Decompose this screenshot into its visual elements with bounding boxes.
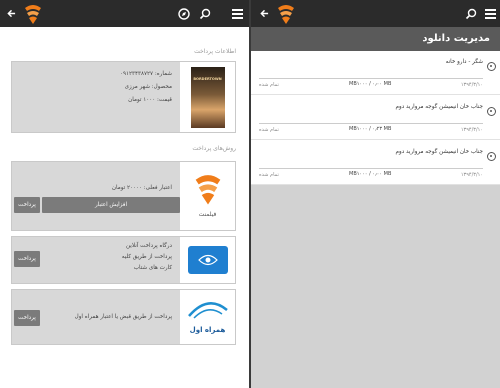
pay-button-online[interactable]: پرداخت — [14, 251, 40, 267]
current-credit: اعتبار فعلی: ۲۰۰۰۰ تومان — [111, 185, 172, 191]
order-card: BORDERTOWN شماره: ۰۹۱۲۳۴۳۸۷۲۷ محصول: شهر… — [11, 61, 236, 133]
filmnet-brand-label: فیلمنت — [198, 211, 217, 218]
download-name: شگر - دارو خانه — [445, 59, 483, 65]
filmnet-logo-icon — [195, 175, 220, 205]
download-progress — [259, 78, 483, 79]
download-size: MB۱۰۰۰ / ۰٫۰۰ MB — [349, 171, 392, 177]
mci-line-1: پرداخت از طریق قبض یا اعتبار همراه اول — [74, 314, 172, 320]
top-bar — [251, 0, 500, 27]
mci-logo-icon: همراه اول — [186, 300, 230, 334]
download-size: MB۱۰۰۰ / ۰٫۲۳ MB — [349, 126, 392, 132]
online-line-1: درگاه پرداخت آنلاین — [126, 243, 172, 249]
mci-logo: همراه اول — [180, 290, 235, 344]
payment-method-online: درگاه پرداخت آنلاین پرداخت از طریق کلیه … — [11, 236, 236, 284]
poster-image: BORDERTOWN — [190, 66, 225, 128]
download-item[interactable]: جناب خان انیمیشن گوجه مروارید دوم MB۱۰۰۰… — [251, 141, 500, 185]
filmnet-logo: فیلمنت — [180, 162, 235, 230]
back-arrow-icon[interactable] — [257, 0, 271, 27]
pay-button-credit[interactable]: پرداخت — [14, 197, 40, 213]
download-manager-screen: مدیریت دانلود شگر - دارو خانه MB۱۰۰۰ / ۰… — [251, 0, 500, 388]
download-progress — [259, 168, 483, 169]
download-status: تمام شده — [259, 82, 279, 88]
menu-icon[interactable] — [482, 0, 498, 27]
search-icon[interactable] — [197, 0, 213, 27]
download-date: ۱۳۹۴/۳/۱۰ — [460, 127, 483, 133]
compass-icon[interactable] — [176, 0, 192, 27]
download-name: جناب خان انیمیشن گوجه مروارید دوم — [395, 149, 483, 155]
order-product: محصول: شهر مرزی — [124, 84, 172, 90]
download-item[interactable]: جناب خان انیمیشن گوجه مروارید دوم MB۱۰۰۰… — [251, 96, 500, 140]
payment-method-credit: فیلمنت اعتبار فعلی: ۲۰۰۰۰ تومان افزایش ا… — [11, 161, 236, 231]
download-status: تمام شده — [259, 172, 279, 178]
download-name: جناب خان انیمیشن گوجه مروارید دوم — [395, 104, 483, 110]
download-date: ۱۳۹۴/۳/۱۰ — [460, 172, 483, 178]
page-title: مدیریت دانلود — [251, 27, 500, 51]
back-arrow-icon[interactable] — [4, 0, 18, 27]
download-size: MB۱۰۰۰ / ۰٫۰۰ MB — [349, 81, 392, 87]
download-list: شگر - دارو خانه MB۱۰۰۰ / ۰٫۰۰ MB ۱۳۹۴/۳/… — [251, 51, 500, 185]
increase-credit-button[interactable]: افزایش اعتبار — [42, 197, 180, 213]
download-date: ۱۳۹۴/۳/۱۰ — [460, 82, 483, 88]
online-line-2: پرداخت از طریق کلیه — [121, 254, 172, 260]
section-title-order: اطلاعات پرداخت — [194, 48, 236, 55]
top-bar — [0, 0, 249, 27]
payment-screen: اطلاعات پرداخت BORDERTOWN شماره: ۰۹۱۲۳۴۳… — [0, 0, 249, 388]
download-item[interactable]: شگر - دارو خانه MB۱۰۰۰ / ۰٫۰۰ MB ۱۳۹۴/۳/… — [251, 51, 500, 95]
online-line-3: کارت های شتاب — [133, 265, 172, 271]
pay-button-mci[interactable]: پرداخت — [14, 310, 40, 326]
app-logo-icon — [275, 3, 297, 25]
download-status-icon — [487, 107, 496, 116]
online-gateway-logo — [180, 237, 235, 283]
download-status-icon — [487, 152, 496, 161]
order-phone: شماره: ۰۹۱۲۳۴۳۸۷۲۷ — [120, 71, 172, 77]
shetab-card-icon — [187, 246, 228, 274]
section-title-methods: روش‌های پرداخت — [192, 145, 236, 152]
mci-brand-label: همراه اول — [189, 326, 226, 334]
download-progress — [259, 123, 483, 124]
poster-title: BORDERTOWN — [193, 76, 222, 81]
search-icon[interactable] — [463, 0, 479, 27]
order-price: قیمت: ۱۰۰۰ تومان — [128, 97, 172, 103]
payment-method-mci: همراه اول پرداخت از طریق قبض یا اعتبار ه… — [11, 289, 236, 345]
app-logo-icon — [22, 3, 44, 25]
download-status: تمام شده — [259, 127, 279, 133]
menu-icon[interactable] — [229, 0, 245, 27]
poster-thumbnail: BORDERTOWN — [180, 62, 235, 132]
download-status-icon — [487, 62, 496, 71]
